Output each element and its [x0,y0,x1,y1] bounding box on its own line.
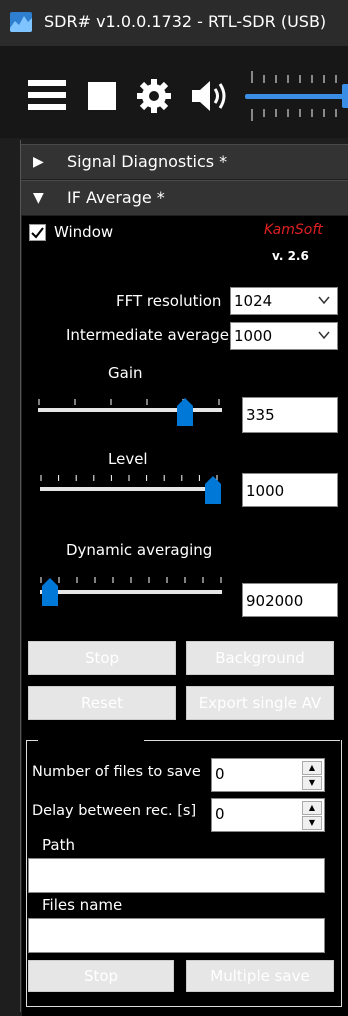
volume-slider-track[interactable] [245,94,348,99]
chevron-down-icon [317,328,331,346]
stop-button-label: Stop [84,649,120,667]
volume-slider-thumb[interactable] [342,84,348,108]
gain-value: 335 [246,406,275,424]
fft-resolution-value: 1024 [234,292,273,310]
fft-resolution-label: FFT resolution [116,292,222,310]
spinner-up-icon[interactable]: ▲ [302,801,322,815]
level-slider-track[interactable] [40,487,220,491]
export-single-av-button-label: Export single AV [198,694,322,712]
intermediate-average-value: 1000 [234,327,273,345]
window-checkbox-label: Window [54,223,114,241]
num-files-value: 0 [215,765,225,783]
path-input[interactable] [28,858,325,893]
multi-stop-button[interactable]: Stop [28,960,174,992]
group-border-right [144,740,340,741]
multiple-save-button-label: Multiple save [210,967,310,985]
section-signal-diagnostics[interactable]: ▶ Signal Diagnostics * [21,144,348,179]
gain-slider-thumb[interactable] [177,398,194,426]
section-label: IF Average * [67,188,165,207]
gain-label: Gain [108,364,143,382]
section-if-average[interactable]: ▼ IF Average * [21,180,348,215]
checkmark-icon [31,227,44,239]
dynamic-averaging-value: 902000 [246,592,304,610]
spinner-down-icon[interactable]: ▼ [302,816,322,830]
window-title: SDR# v1.0.0.1732 - RTL-SDR (USB) [44,12,327,31]
background-button-label: Background [215,649,305,667]
files-name-input[interactable] [28,918,325,953]
stop-icon[interactable] [88,82,116,110]
level-slider-thumb[interactable] [205,476,221,504]
delay-label: Delay between rec. [s] [32,803,197,819]
volume-ticks-top [250,68,348,83]
gear-icon[interactable] [135,77,173,115]
hamburger-menu-icon[interactable] [28,78,66,112]
num-files-label: Number of files to save [32,764,201,780]
export-single-av-button[interactable]: Export single AV [186,686,334,720]
spinner-down-icon[interactable]: ▼ [302,776,322,790]
num-files-spinner[interactable]: 0 ▲ ▼ [211,758,325,792]
group-border-left [26,740,38,741]
gain-ticks [38,390,222,405]
expand-arrow-icon: ▶ [33,154,44,170]
gain-value-field[interactable]: 335 [242,397,338,433]
brand-label: KamSoft [264,222,323,238]
window-checkbox[interactable] [29,224,46,241]
delay-value: 0 [215,805,225,823]
delay-spinner[interactable]: 0 ▲ ▼ [211,798,325,832]
dynamic-averaging-slider-thumb[interactable] [42,578,59,606]
reset-button[interactable]: Reset [28,686,176,720]
gain-slider-track[interactable] [38,408,222,412]
path-label: Path [42,836,75,854]
level-value-field[interactable]: 1000 [242,473,338,507]
chevron-down-icon [317,293,331,311]
intermediate-average-select[interactable]: 1000 [230,322,338,350]
files-name-label: Files name [42,896,123,914]
background-button[interactable]: Background [186,641,334,675]
dynamic-averaging-value-field[interactable]: 902000 [242,583,338,617]
dynamic-averaging-ticks [40,568,222,583]
intermediate-average-label: Intermediate average [66,326,229,344]
multi-stop-button-label: Stop [83,967,119,985]
version-label: v. 2.6 [272,249,309,263]
fft-resolution-select[interactable]: 1024 [230,287,338,315]
volume-ticks-bottom [250,108,348,122]
collapse-arrow-icon: ▼ [33,190,44,206]
spinner-up-icon[interactable]: ▲ [302,761,322,775]
multiple-save-button[interactable]: Multiple save [186,960,334,992]
stop-button[interactable]: Stop [28,641,176,675]
dynamic-averaging-slider-track[interactable] [40,590,222,594]
dynamic-averaging-label: Dynamic averaging [66,541,213,559]
level-value: 1000 [246,482,285,500]
level-ticks [40,466,218,481]
reset-button-label: Reset [81,694,123,712]
app-icon [10,12,32,32]
speaker-icon[interactable] [190,77,232,115]
section-label: Signal Diagnostics * [67,152,228,171]
